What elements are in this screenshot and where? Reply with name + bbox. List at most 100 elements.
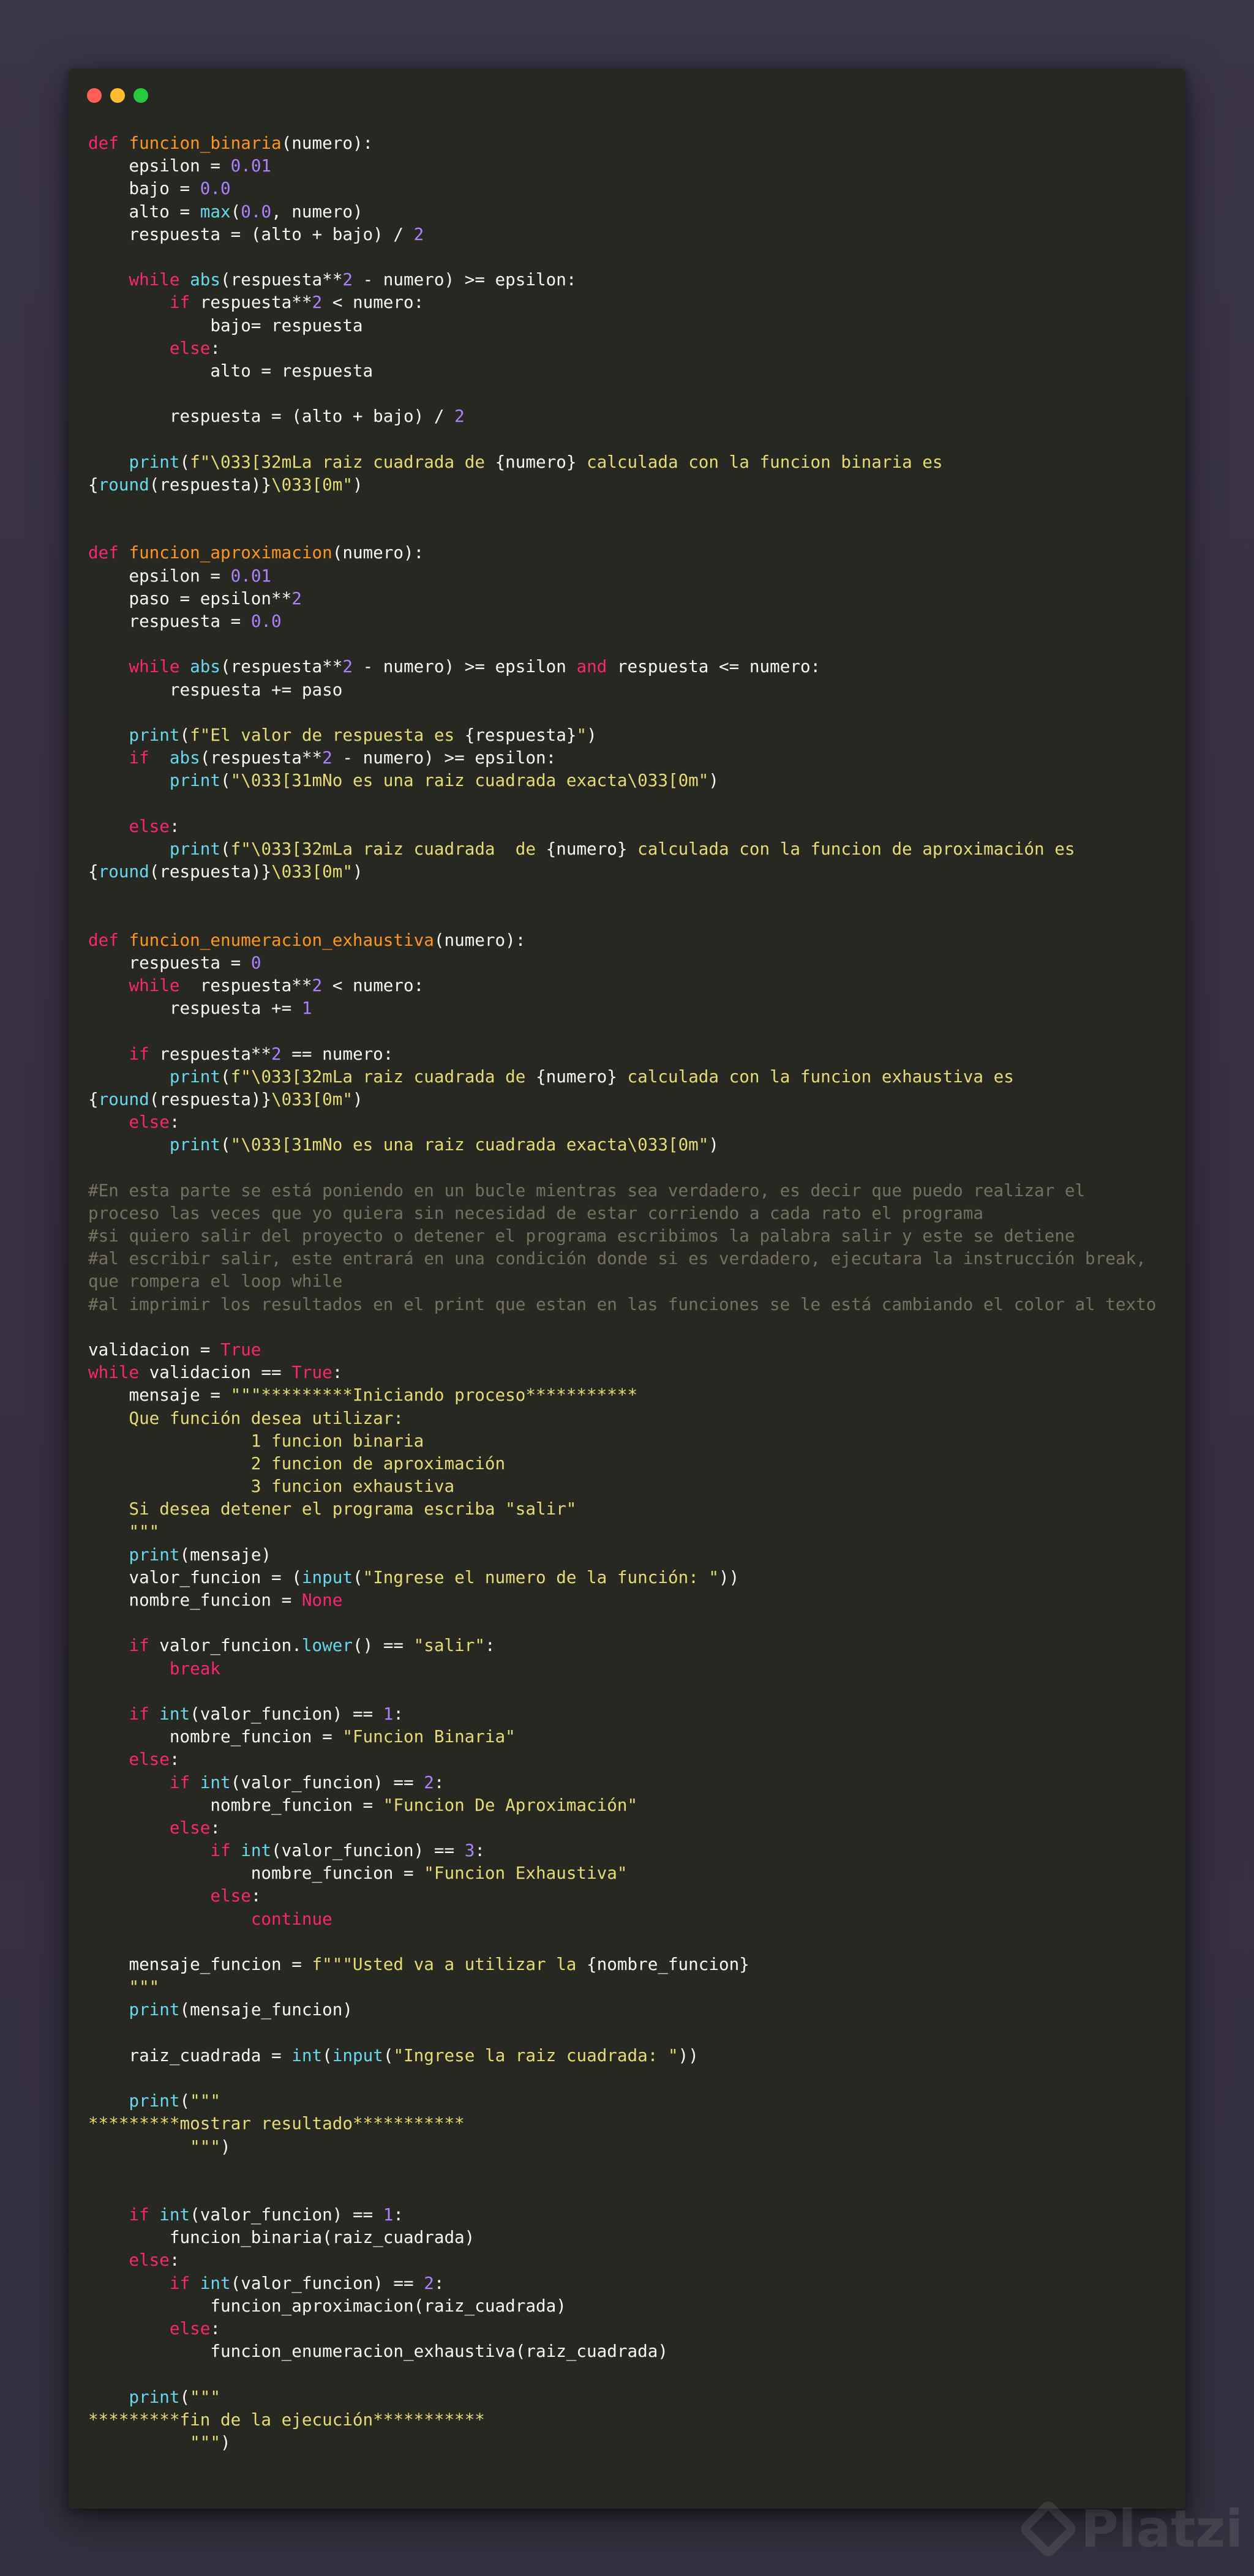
- code-token: () ==: [352, 1635, 414, 1656]
- code-token: (respuesta)}: [149, 861, 272, 882]
- code-token: respuesta**: [179, 975, 312, 995]
- code-token: 0: [250, 952, 261, 973]
- code-token: if: [129, 2204, 160, 2225]
- code-token: < numero:: [322, 975, 424, 995]
- code-token: (respuesta**: [220, 656, 343, 677]
- code-token: funcion_binaria(raiz_cuadrada): [88, 2227, 475, 2248]
- code-token: 2: [342, 656, 353, 677]
- code-token: epsilon =: [88, 155, 231, 176]
- close-window-button[interactable]: [87, 88, 102, 103]
- code-line: print("\033[31mNo es una raiz cuadrada e…: [88, 1133, 1184, 1156]
- code-token: while: [88, 1362, 140, 1383]
- code-line: *********mostrar resultado***********: [88, 2112, 1184, 2135]
- code-token: {: [88, 861, 99, 882]
- code-token: Si desea detener el programa escriba "sa…: [88, 1499, 577, 1519]
- code-token: funcion_enumeracion_exhaustiva(raiz_cuad…: [88, 2341, 668, 2362]
- code-token: (: [220, 1066, 231, 1087]
- code-token: 2 funcion de aproximación: [88, 1453, 506, 1473]
- maximize-window-button[interactable]: [133, 88, 148, 103]
- code-token: mensaje_funcion =: [88, 1954, 312, 1974]
- code-line: respuesta += paso: [88, 678, 1184, 701]
- code-line: if int(valor_funcion) == 1:: [88, 1702, 1184, 1725]
- code-token: - numero) >= epsilon: [352, 656, 577, 677]
- code-token: == numero:: [281, 1043, 394, 1064]
- code-line: #al imprimir los resultados en el print …: [88, 1293, 1184, 1316]
- code-token: def: [88, 929, 129, 950]
- code-token: #al escribir salir, este entrará en una …: [88, 1248, 1146, 1269]
- code-token: else: [169, 2318, 211, 2338]
- code-token: print: [129, 724, 180, 745]
- watermark-text: Platzi: [1081, 2499, 1243, 2559]
- code-token: True: [291, 1362, 332, 1383]
- code-token: (valor_funcion) ==: [190, 1703, 383, 1724]
- code-token: 2: [424, 2272, 434, 2293]
- platzi-logo-icon: [1018, 2498, 1079, 2559]
- code-token: (numero):: [332, 542, 424, 563]
- code-token: else: [210, 1885, 251, 1906]
- code-line: else:: [88, 1110, 1184, 1133]
- code-token: f"El valor de respuesta es: [190, 724, 465, 745]
- code-token: 2: [312, 975, 323, 995]
- code-token: "Ingrese el numero de la función: ": [362, 1567, 719, 1587]
- code-token: (: [179, 2091, 190, 2111]
- code-line: continue: [88, 1908, 1184, 1930]
- code-token: else: [129, 2250, 170, 2271]
- code-token: else: [169, 1817, 211, 1838]
- code-line: epsilon = 0.01: [88, 564, 1184, 587]
- code-line: {round(respuesta)}\033[0m"): [88, 473, 1184, 496]
- code-token: calculada con la funcion binaria es: [576, 451, 943, 472]
- code-token: (mensaje): [179, 1544, 272, 1565]
- code-token: 2: [424, 1772, 434, 1792]
- code-token: respuesta = (alto + bajo) /: [88, 406, 455, 427]
- code-token: else: [129, 1749, 170, 1770]
- code-line: funcion_aproximacion(raiz_cuadrada): [88, 2294, 1184, 2317]
- code-line: """): [88, 2135, 1184, 2158]
- code-line: else:: [88, 1748, 1184, 1770]
- code-token: ): [587, 724, 597, 745]
- code-token: while: [129, 656, 190, 677]
- code-line: if respuesta**2 < numero:: [88, 291, 1184, 313]
- code-line: while abs(respuesta**2 - numero) >= epsi…: [88, 268, 1184, 291]
- code-token: 3: [464, 1840, 475, 1861]
- code-token: ): [220, 2136, 231, 2157]
- code-token: {nombre_funcion}: [587, 1954, 749, 1974]
- code-line: else:: [88, 1884, 1184, 1907]
- code-line: funcion_binaria(raiz_cuadrada): [88, 2226, 1184, 2248]
- code-token: abs: [169, 747, 200, 768]
- code-line: if int(valor_funcion) == 3:: [88, 1839, 1184, 1862]
- code-token: validacion =: [88, 1339, 220, 1360]
- code-token: f"\033[32mLa raiz cuadrada de: [230, 1066, 536, 1087]
- code-token: epsilon =: [88, 565, 231, 586]
- code-line: respuesta = (alto + bajo) / 2: [88, 405, 1184, 427]
- code-token: while: [129, 269, 190, 290]
- code-token: calculada con la funcion de aproximación…: [627, 838, 1075, 859]
- code-token: validacion ==: [139, 1362, 292, 1383]
- code-token: ): [220, 2432, 231, 2452]
- code-line: epsilon = 0.01: [88, 154, 1184, 177]
- code-token: nombre_funcion =: [88, 1794, 383, 1815]
- code-token: (mensaje_funcion): [179, 1999, 353, 2020]
- code-line: respuesta += 1: [88, 997, 1184, 1019]
- minimize-window-button[interactable]: [110, 88, 125, 103]
- code-token: respuesta += paso: [88, 679, 343, 700]
- code-token: 1 funcion binaria: [88, 1430, 424, 1451]
- code-token: *********fin de la ejecución***********: [88, 2409, 485, 2430]
- code-token: print: [129, 1999, 180, 2020]
- code-line: 3 funcion exhaustiva: [88, 1475, 1184, 1497]
- code-token: valor_funcion = (: [88, 1567, 302, 1587]
- code-token: if: [169, 2272, 200, 2293]
